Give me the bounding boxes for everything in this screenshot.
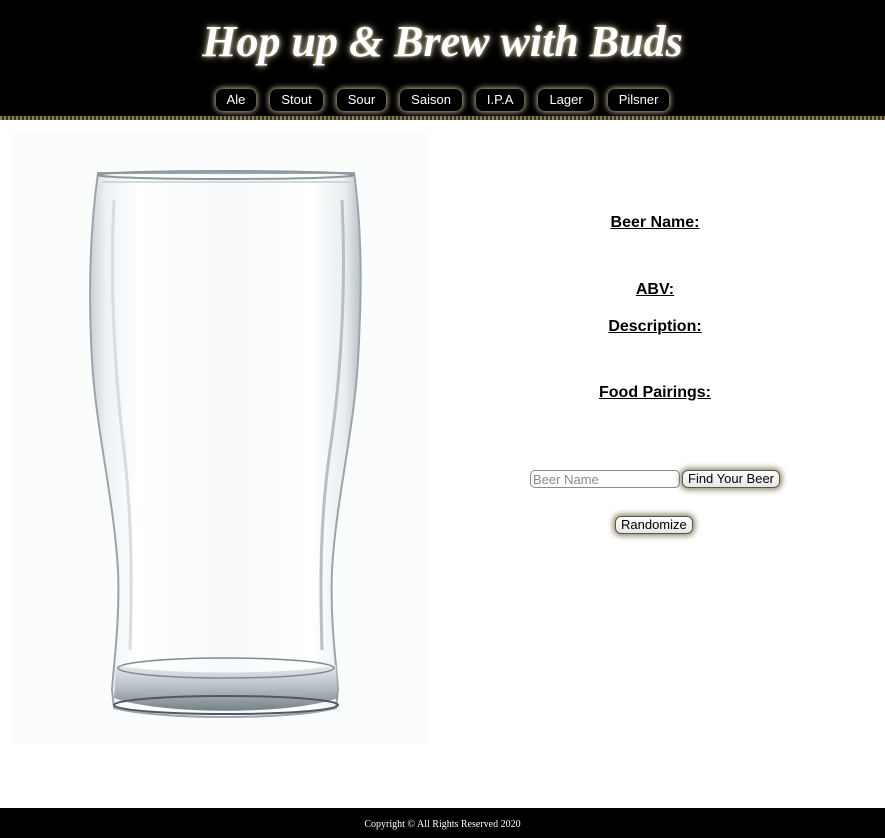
nav-button-lager[interactable]: Lager <box>538 89 594 111</box>
search-row: Find Your Beer <box>530 470 781 488</box>
nav-button-ipa[interactable]: I.P.A <box>475 89 525 111</box>
nav-button-sour[interactable]: Sour <box>336 89 387 111</box>
beer-name-input[interactable] <box>530 470 680 488</box>
description-label: Description: <box>608 318 702 335</box>
nav-button-stout[interactable]: Stout <box>270 89 323 111</box>
abv-label: ABV: <box>635 281 675 298</box>
header-border <box>0 116 885 120</box>
header: Hop up & Brew with Buds Ale Stout Sour S… <box>0 0 885 117</box>
nav-button-ale[interactable]: Ale <box>215 89 257 111</box>
nav-button-pilsner[interactable]: Pilsner <box>607 89 670 111</box>
site-title: Hop up & Brew with Buds <box>202 17 683 66</box>
beer-name-label: Beer Name: <box>610 214 700 231</box>
page: Hop up & Brew with Buds Ale Stout Sour S… <box>0 0 885 838</box>
find-your-beer-button[interactable]: Find Your Beer <box>682 470 781 488</box>
food-pairings-label: Food Pairings: <box>599 384 711 401</box>
pint-glass-illustration <box>10 130 430 745</box>
randomize-container: Randomize <box>615 516 693 534</box>
randomize-button[interactable]: Randomize <box>615 516 693 534</box>
nav-bar: Ale Stout Sour Saison I.P.A Lager Pilsne… <box>0 89 885 111</box>
footer: Copyright © All Rights Reserved 2020 <box>0 808 885 838</box>
nav-button-saison[interactable]: Saison <box>400 89 462 111</box>
copyright-text: Copyright © All Rights Reserved 2020 <box>364 819 521 830</box>
beer-glass-image <box>10 130 430 745</box>
